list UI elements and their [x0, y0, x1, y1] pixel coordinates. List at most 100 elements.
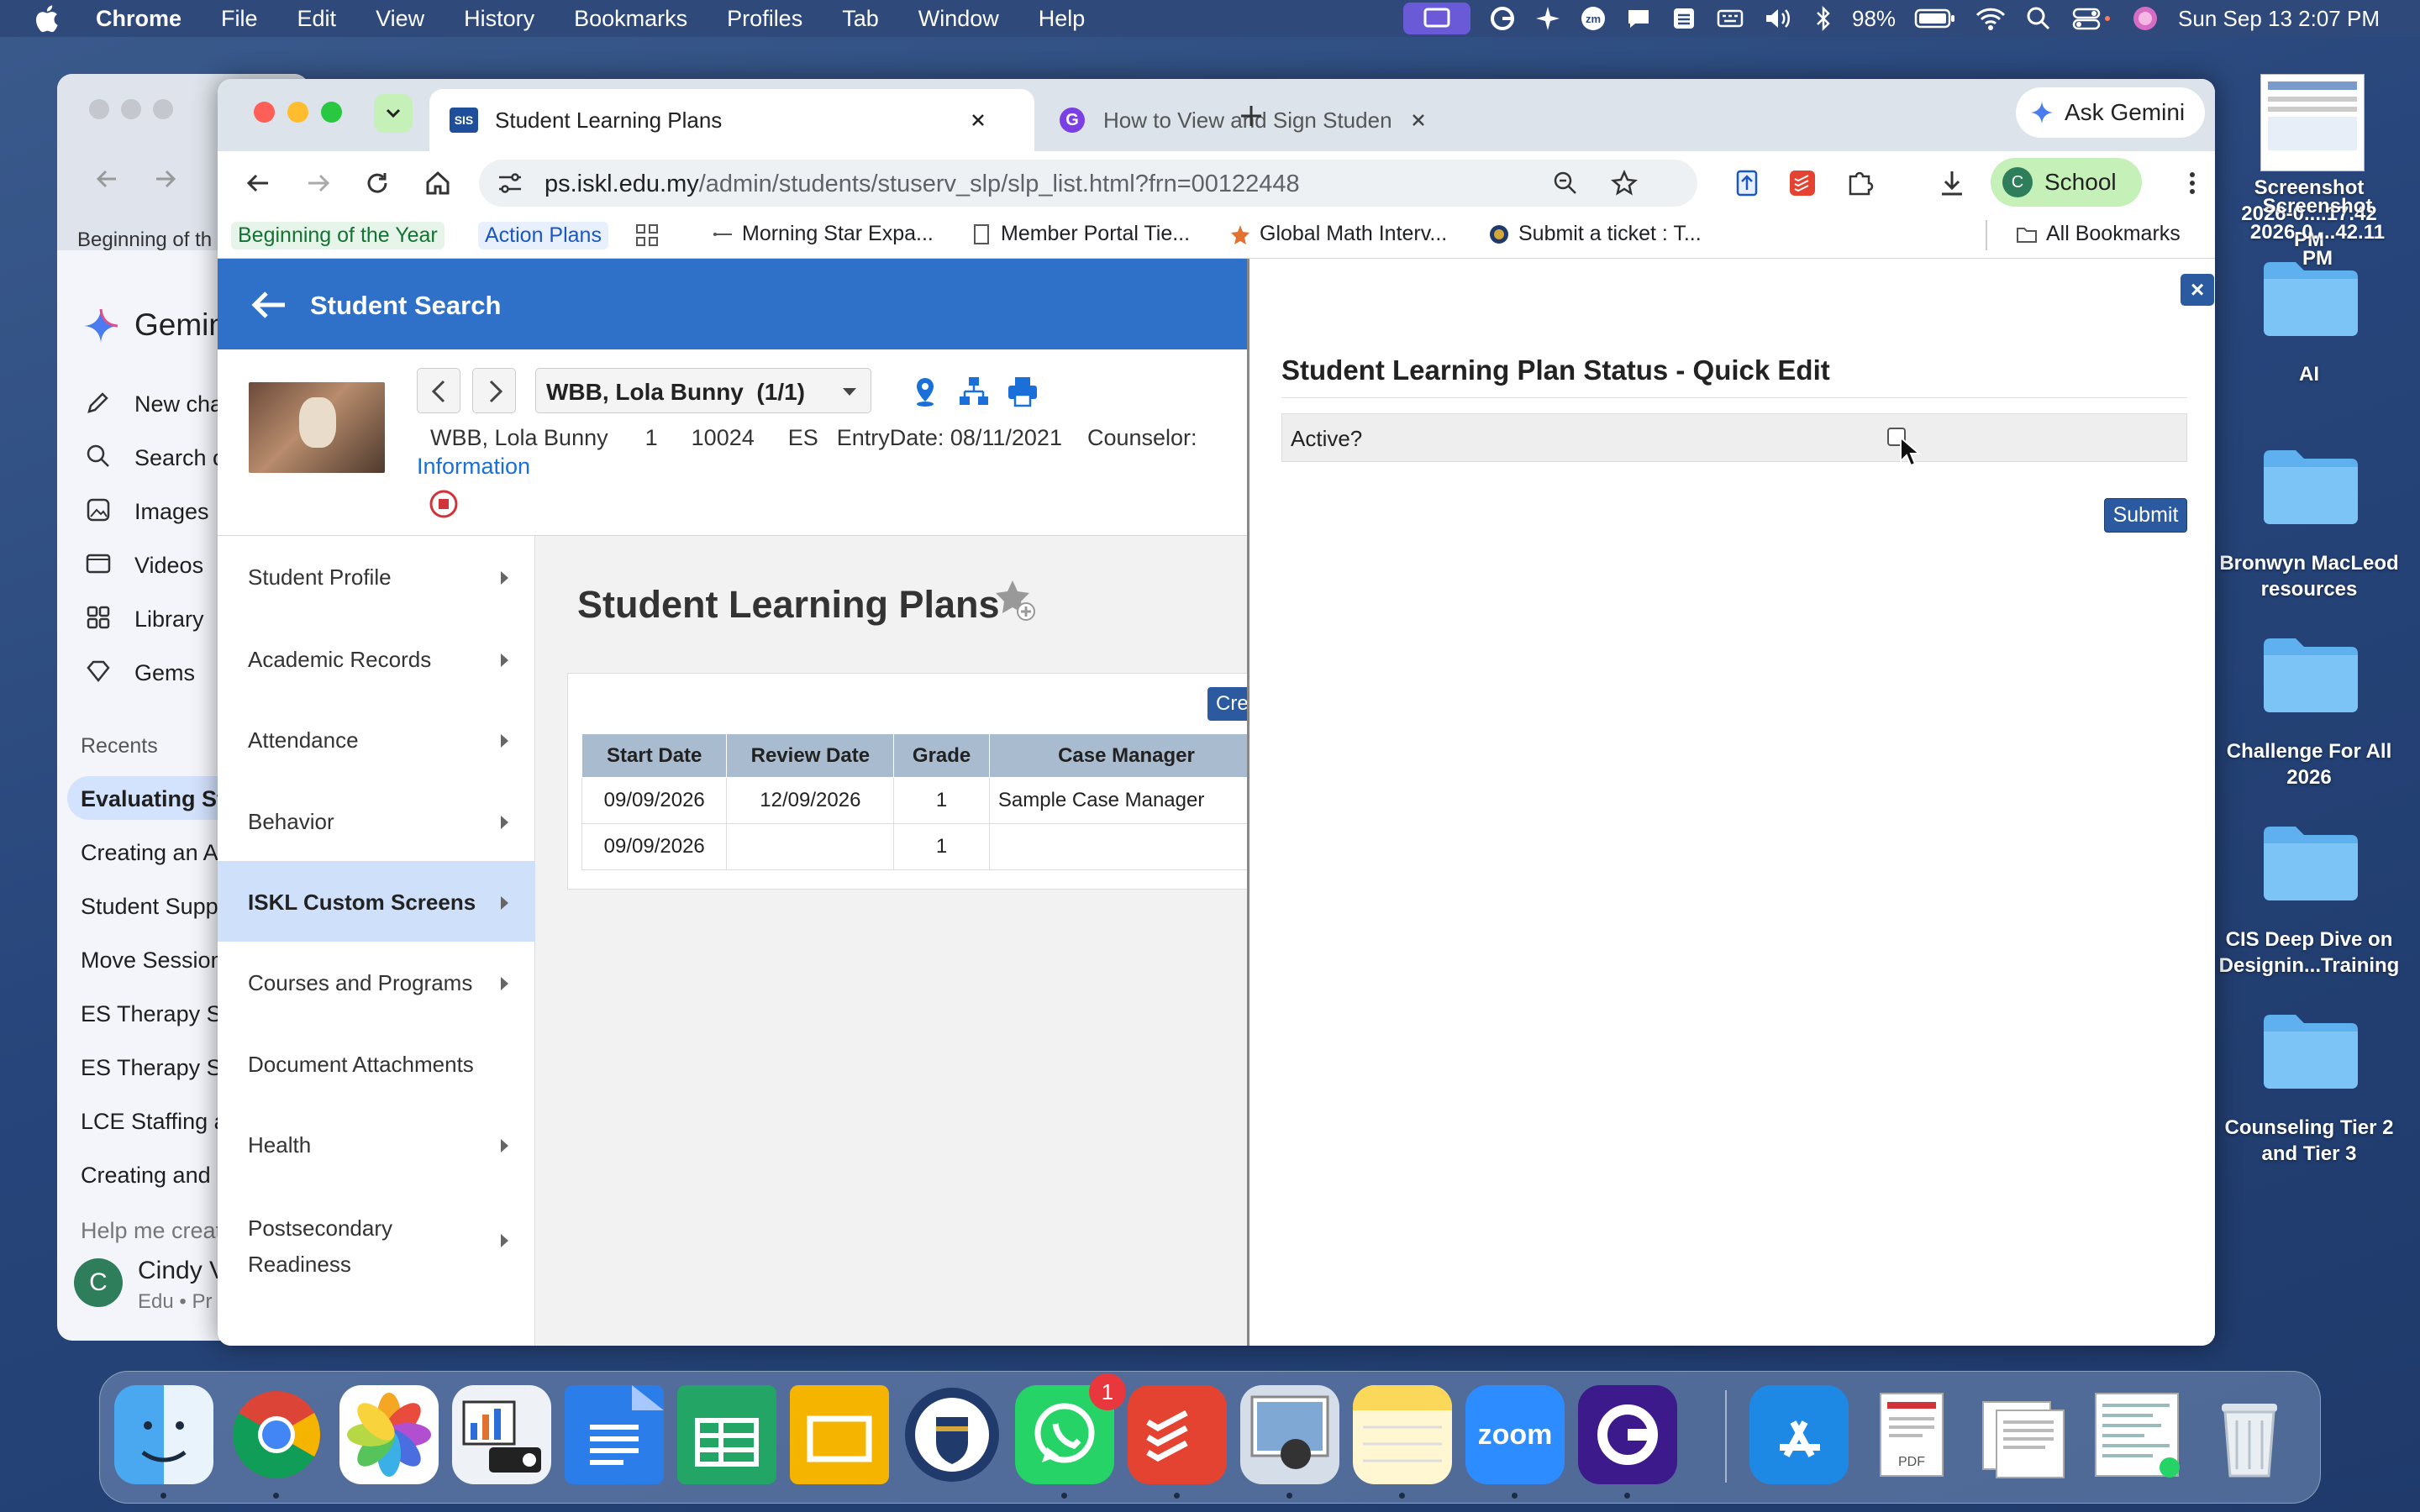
- menu-behavior[interactable]: Behavior: [218, 780, 535, 861]
- recent-item[interactable]: Creating an A: [81, 840, 218, 866]
- close-icon[interactable]: [1406, 108, 1431, 133]
- bookmark-beginning-of-year[interactable]: Beginning of the Year: [231, 222, 445, 249]
- family-tree-icon[interactable]: [957, 375, 991, 408]
- column-header[interactable]: Grade: [893, 733, 990, 778]
- extension-upload-icon[interactable]: [1730, 166, 1764, 200]
- menu-profiles[interactable]: Profiles: [727, 6, 802, 32]
- pdf-document-icon[interactable]: PDF: [1862, 1385, 1961, 1484]
- previous-student-button[interactable]: [417, 368, 460, 413]
- desktop-folder-bronwyn-label[interactable]: Bronwyn MacLeod resources: [2218, 550, 2400, 602]
- recent-item[interactable]: LCE Staffing a: [81, 1109, 227, 1135]
- perplexity-icon[interactable]: [1534, 5, 1561, 32]
- download-icon[interactable]: [1935, 166, 1969, 200]
- menu-help[interactable]: Help: [1039, 6, 1086, 32]
- screenshot-stack-icon[interactable]: [2087, 1385, 2186, 1484]
- recent-item[interactable]: Evaluating St: [81, 786, 224, 812]
- google-sheets-icon[interactable]: [677, 1385, 776, 1484]
- recent-item[interactable]: ES Therapy Sc: [81, 1055, 233, 1081]
- folder-icon[interactable]: [2260, 1010, 2361, 1092]
- chrome-icon[interactable]: [227, 1385, 326, 1484]
- gemini-crumb[interactable]: Beginning of th: [77, 228, 212, 252]
- recent-item[interactable]: Creating and: [81, 1163, 211, 1189]
- menu-file[interactable]: File: [221, 6, 258, 32]
- help-me-create[interactable]: Help me creat: [81, 1218, 222, 1244]
- desktop-folder-ai-label[interactable]: AI: [2233, 361, 2385, 387]
- menu-courses-and-programs[interactable]: Courses and Programs: [218, 942, 535, 1023]
- folder-icon[interactable]: [2260, 633, 2361, 716]
- printer-icon[interactable]: [1006, 375, 1039, 408]
- map-pin-icon[interactable]: [908, 375, 942, 408]
- more-menu-icon[interactable]: [2175, 166, 2209, 200]
- zoom-status-icon[interactable]: zm: [1580, 5, 1607, 32]
- spotlight-icon[interactable]: [2025, 5, 2052, 32]
- avatar[interactable]: C: [74, 1258, 123, 1307]
- next-student-button[interactable]: [472, 368, 516, 413]
- recent-item[interactable]: Student Supp: [81, 894, 218, 920]
- menu-edit[interactable]: Edit: [297, 6, 337, 32]
- todoist-extension-icon[interactable]: [1786, 166, 1819, 200]
- alert-stop-icon[interactable]: [429, 489, 459, 519]
- close-dot[interactable]: [89, 99, 109, 119]
- menu-view[interactable]: View: [376, 6, 424, 32]
- menu-postsecondary-readiness[interactable]: Postsecondary Readiness: [218, 1185, 535, 1294]
- desktop-folder-cis-label[interactable]: CIS Deep Dive on Designin...Training: [2210, 927, 2408, 979]
- zoom-icon[interactable]: zoom: [1465, 1385, 1565, 1484]
- siri-icon[interactable]: [2131, 4, 2160, 33]
- volume-icon[interactable]: [1763, 5, 1795, 32]
- trash-icon[interactable]: [2200, 1385, 2299, 1484]
- home-icon[interactable]: [421, 166, 455, 200]
- chrome-window[interactable]: SIS Student Learning Plans G How to View…: [218, 79, 2215, 1346]
- bluetooth-icon[interactable]: [1813, 5, 1833, 32]
- table-row[interactable]: 09/09/2026 12/09/2026 1 Sample Case Mana…: [581, 777, 1265, 824]
- url-text[interactable]: ps.iskl.edu.my/admin/students/stuserv_sl…: [544, 171, 1300, 198]
- bookmark-submit-ticket[interactable]: Submit a ticket : T...: [1488, 222, 1702, 246]
- bookmark-member-portal[interactable]: Member Portal Tie...: [971, 222, 1190, 246]
- information-link[interactable]: Information: [417, 454, 530, 480]
- control-center-icon[interactable]: [2070, 5, 2112, 32]
- folder-icon[interactable]: [2260, 445, 2361, 528]
- tab-search-button[interactable]: [374, 94, 413, 133]
- preview-icon[interactable]: [1240, 1385, 1339, 1484]
- app-store-icon[interactable]: [1749, 1385, 1849, 1484]
- close-drawer-button[interactable]: ×: [2181, 274, 2214, 306]
- back-arrow-icon[interactable]: [248, 284, 290, 326]
- menubar-clock[interactable]: Sun Sep 13 2:07 PM: [2178, 6, 2380, 32]
- menu-chrome[interactable]: Chrome: [96, 6, 182, 32]
- apple-icon[interactable]: [34, 4, 59, 33]
- keyboard-status-icon[interactable]: [1716, 5, 1744, 32]
- reload-icon[interactable]: [360, 166, 394, 200]
- forward-arrow-icon[interactable]: [302, 166, 335, 200]
- new-tab-plus-icon[interactable]: [1236, 101, 1266, 131]
- forward-arrow-icon[interactable]: [153, 166, 178, 192]
- desktop-folder-challenge-label[interactable]: Challenge For All 2026: [2218, 738, 2400, 790]
- zoom-icon[interactable]: [1551, 169, 1580, 197]
- close-window-button[interactable]: [254, 102, 275, 123]
- keynote-icon[interactable]: [452, 1385, 551, 1484]
- apps-grid-icon[interactable]: [634, 222, 660, 249]
- recent-item[interactable]: Move Session: [81, 948, 224, 974]
- iskl-app-icon[interactable]: [902, 1385, 1002, 1484]
- wifi-icon[interactable]: [1975, 5, 2007, 32]
- column-header[interactable]: Review Date: [726, 733, 895, 778]
- menu-iskl-custom-screens[interactable]: ISKL Custom Screens: [218, 861, 535, 942]
- extensions-puzzle-icon[interactable]: [1843, 166, 1876, 200]
- tab-student-learning-plans[interactable]: SIS Student Learning Plans: [429, 89, 1034, 151]
- menu-history[interactable]: History: [464, 6, 534, 32]
- screen-share-icon[interactable]: [1403, 1, 1470, 36]
- close-icon[interactable]: [965, 108, 991, 133]
- menu-document-attachments[interactable]: Document Attachments: [218, 1023, 535, 1104]
- finder-icon[interactable]: [114, 1385, 213, 1484]
- folder-icon[interactable]: [2260, 822, 2361, 904]
- grammarly-app-icon[interactable]: [1578, 1385, 1677, 1484]
- student-selector[interactable]: WBB, Lola Bunny (1/1): [535, 368, 871, 413]
- address-bar[interactable]: ps.iskl.edu.my/admin/students/stuserv_sl…: [479, 160, 1697, 207]
- site-settings-icon[interactable]: [496, 170, 524, 197]
- profile-chip[interactable]: C School: [1991, 158, 2142, 207]
- bookmark-morning-star[interactable]: Morning Star Expa...: [712, 222, 934, 246]
- column-header[interactable]: Start Date: [581, 733, 728, 778]
- zoom-dot[interactable]: [153, 99, 173, 119]
- menu-window[interactable]: Window: [918, 6, 999, 32]
- minimize-dot[interactable]: [121, 99, 141, 119]
- photos-icon[interactable]: [339, 1385, 439, 1484]
- document-stack-icon[interactable]: [1975, 1385, 2074, 1484]
